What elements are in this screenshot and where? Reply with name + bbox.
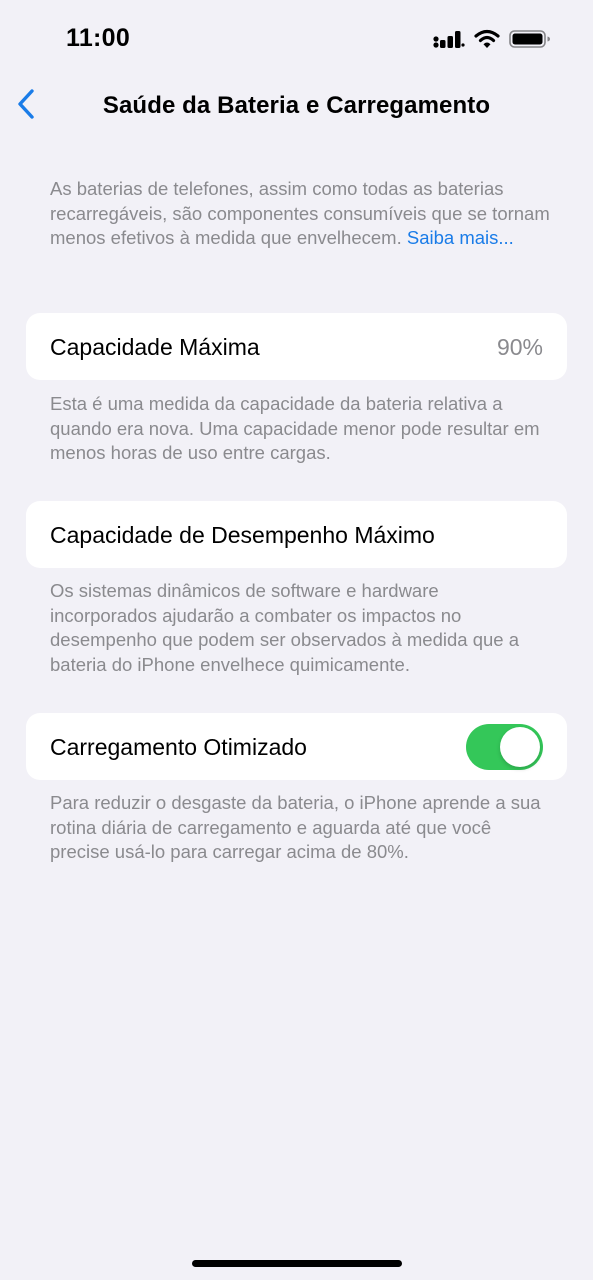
- optimized-charging-toggle[interactable]: [466, 724, 543, 770]
- learn-more-link[interactable]: Saiba mais...: [407, 227, 514, 248]
- peak-performance-footer: Os sistemas dinâmicos de software e hard…: [50, 580, 519, 675]
- optimized-charging-footer: Para reduzir o desgaste da bateria, o iP…: [50, 792, 541, 862]
- battery-icon: [509, 29, 551, 54]
- max-capacity-cell: Capacidade Máxima 90%: [26, 313, 567, 380]
- optimized-charging-label: Carregamento Otimizado: [50, 734, 307, 760]
- status-bar: 11:00: [0, 0, 593, 80]
- intro-description: As baterias de telefones, assim como tod…: [50, 177, 550, 251]
- optimized-charging-cell: Carregamento Otimizado: [26, 713, 567, 780]
- wifi-icon: [474, 29, 500, 54]
- page-title: Saúde da Bateria e Carregamento: [102, 92, 491, 119]
- cellular-signal-icon: [433, 29, 465, 54]
- peak-performance-cell: Capacidade de Desempenho Máximo: [26, 501, 567, 568]
- max-capacity-footer: Esta é uma medida da capacidade da bater…: [50, 393, 540, 463]
- navigation-bar: Saúde da Bateria e Carregamento: [0, 80, 593, 132]
- max-capacity-label: Capacidade Máxima: [50, 334, 260, 360]
- toggle-knob: [500, 727, 540, 767]
- peak-performance-label: Capacidade de Desempenho Máximo: [50, 522, 435, 548]
- max-capacity-value: 90%: [496, 334, 543, 360]
- home-indicator[interactable]: [192, 1260, 402, 1267]
- status-time: 11:00: [66, 24, 131, 52]
- status-icons: [433, 29, 551, 54]
